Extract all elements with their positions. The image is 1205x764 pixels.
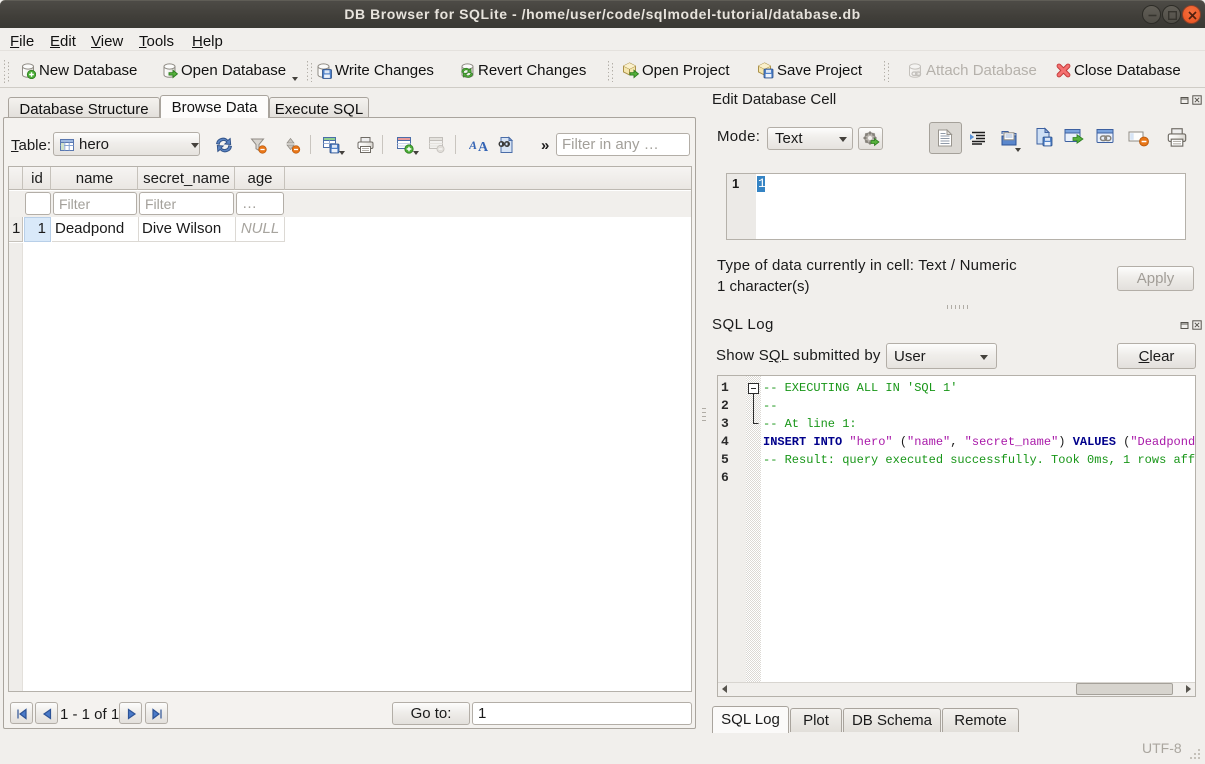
svg-text:A: A xyxy=(469,138,477,152)
svg-text:A: A xyxy=(478,140,489,154)
